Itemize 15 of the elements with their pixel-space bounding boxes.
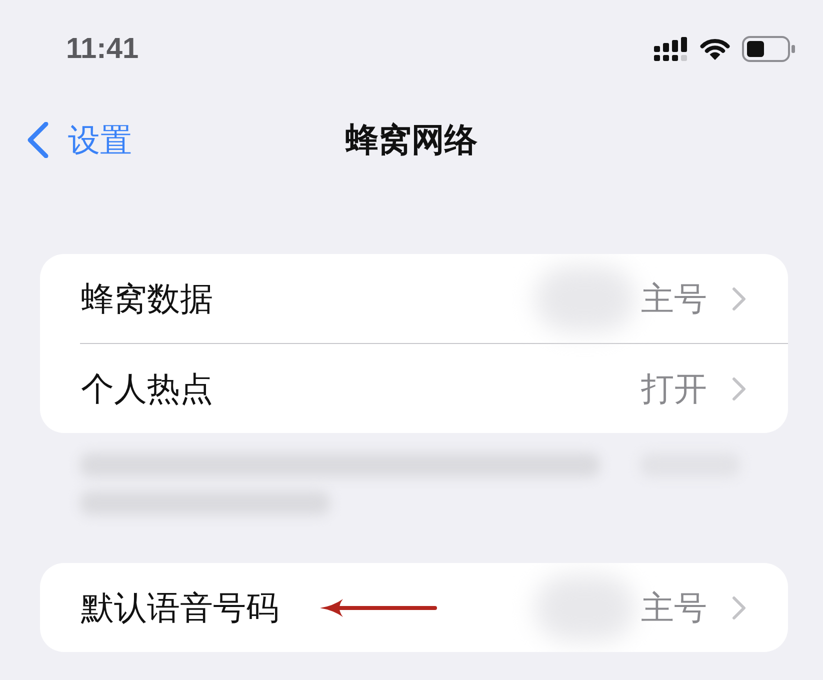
row-value: 主号 [641, 588, 707, 628]
chevron-icon [732, 286, 746, 310]
chevron-icon [732, 596, 746, 620]
row-value: 主号 [641, 278, 707, 318]
row-label[interactable]: 个人热点 [81, 368, 213, 408]
signal-icon [654, 37, 688, 61]
wifi-icon [698, 37, 732, 61]
row-value: 打开 [641, 368, 707, 408]
row-label[interactable]: 蜂窝数据 [81, 278, 213, 318]
page-title: 蜂窝网络 [346, 120, 478, 160]
battery-icon [742, 36, 796, 62]
row-label[interactable]: 默认语音号码 [81, 588, 279, 628]
back-chevron-icon [27, 122, 49, 158]
status-time: 11:41 [66, 34, 139, 64]
chevron-icon [732, 376, 746, 400]
